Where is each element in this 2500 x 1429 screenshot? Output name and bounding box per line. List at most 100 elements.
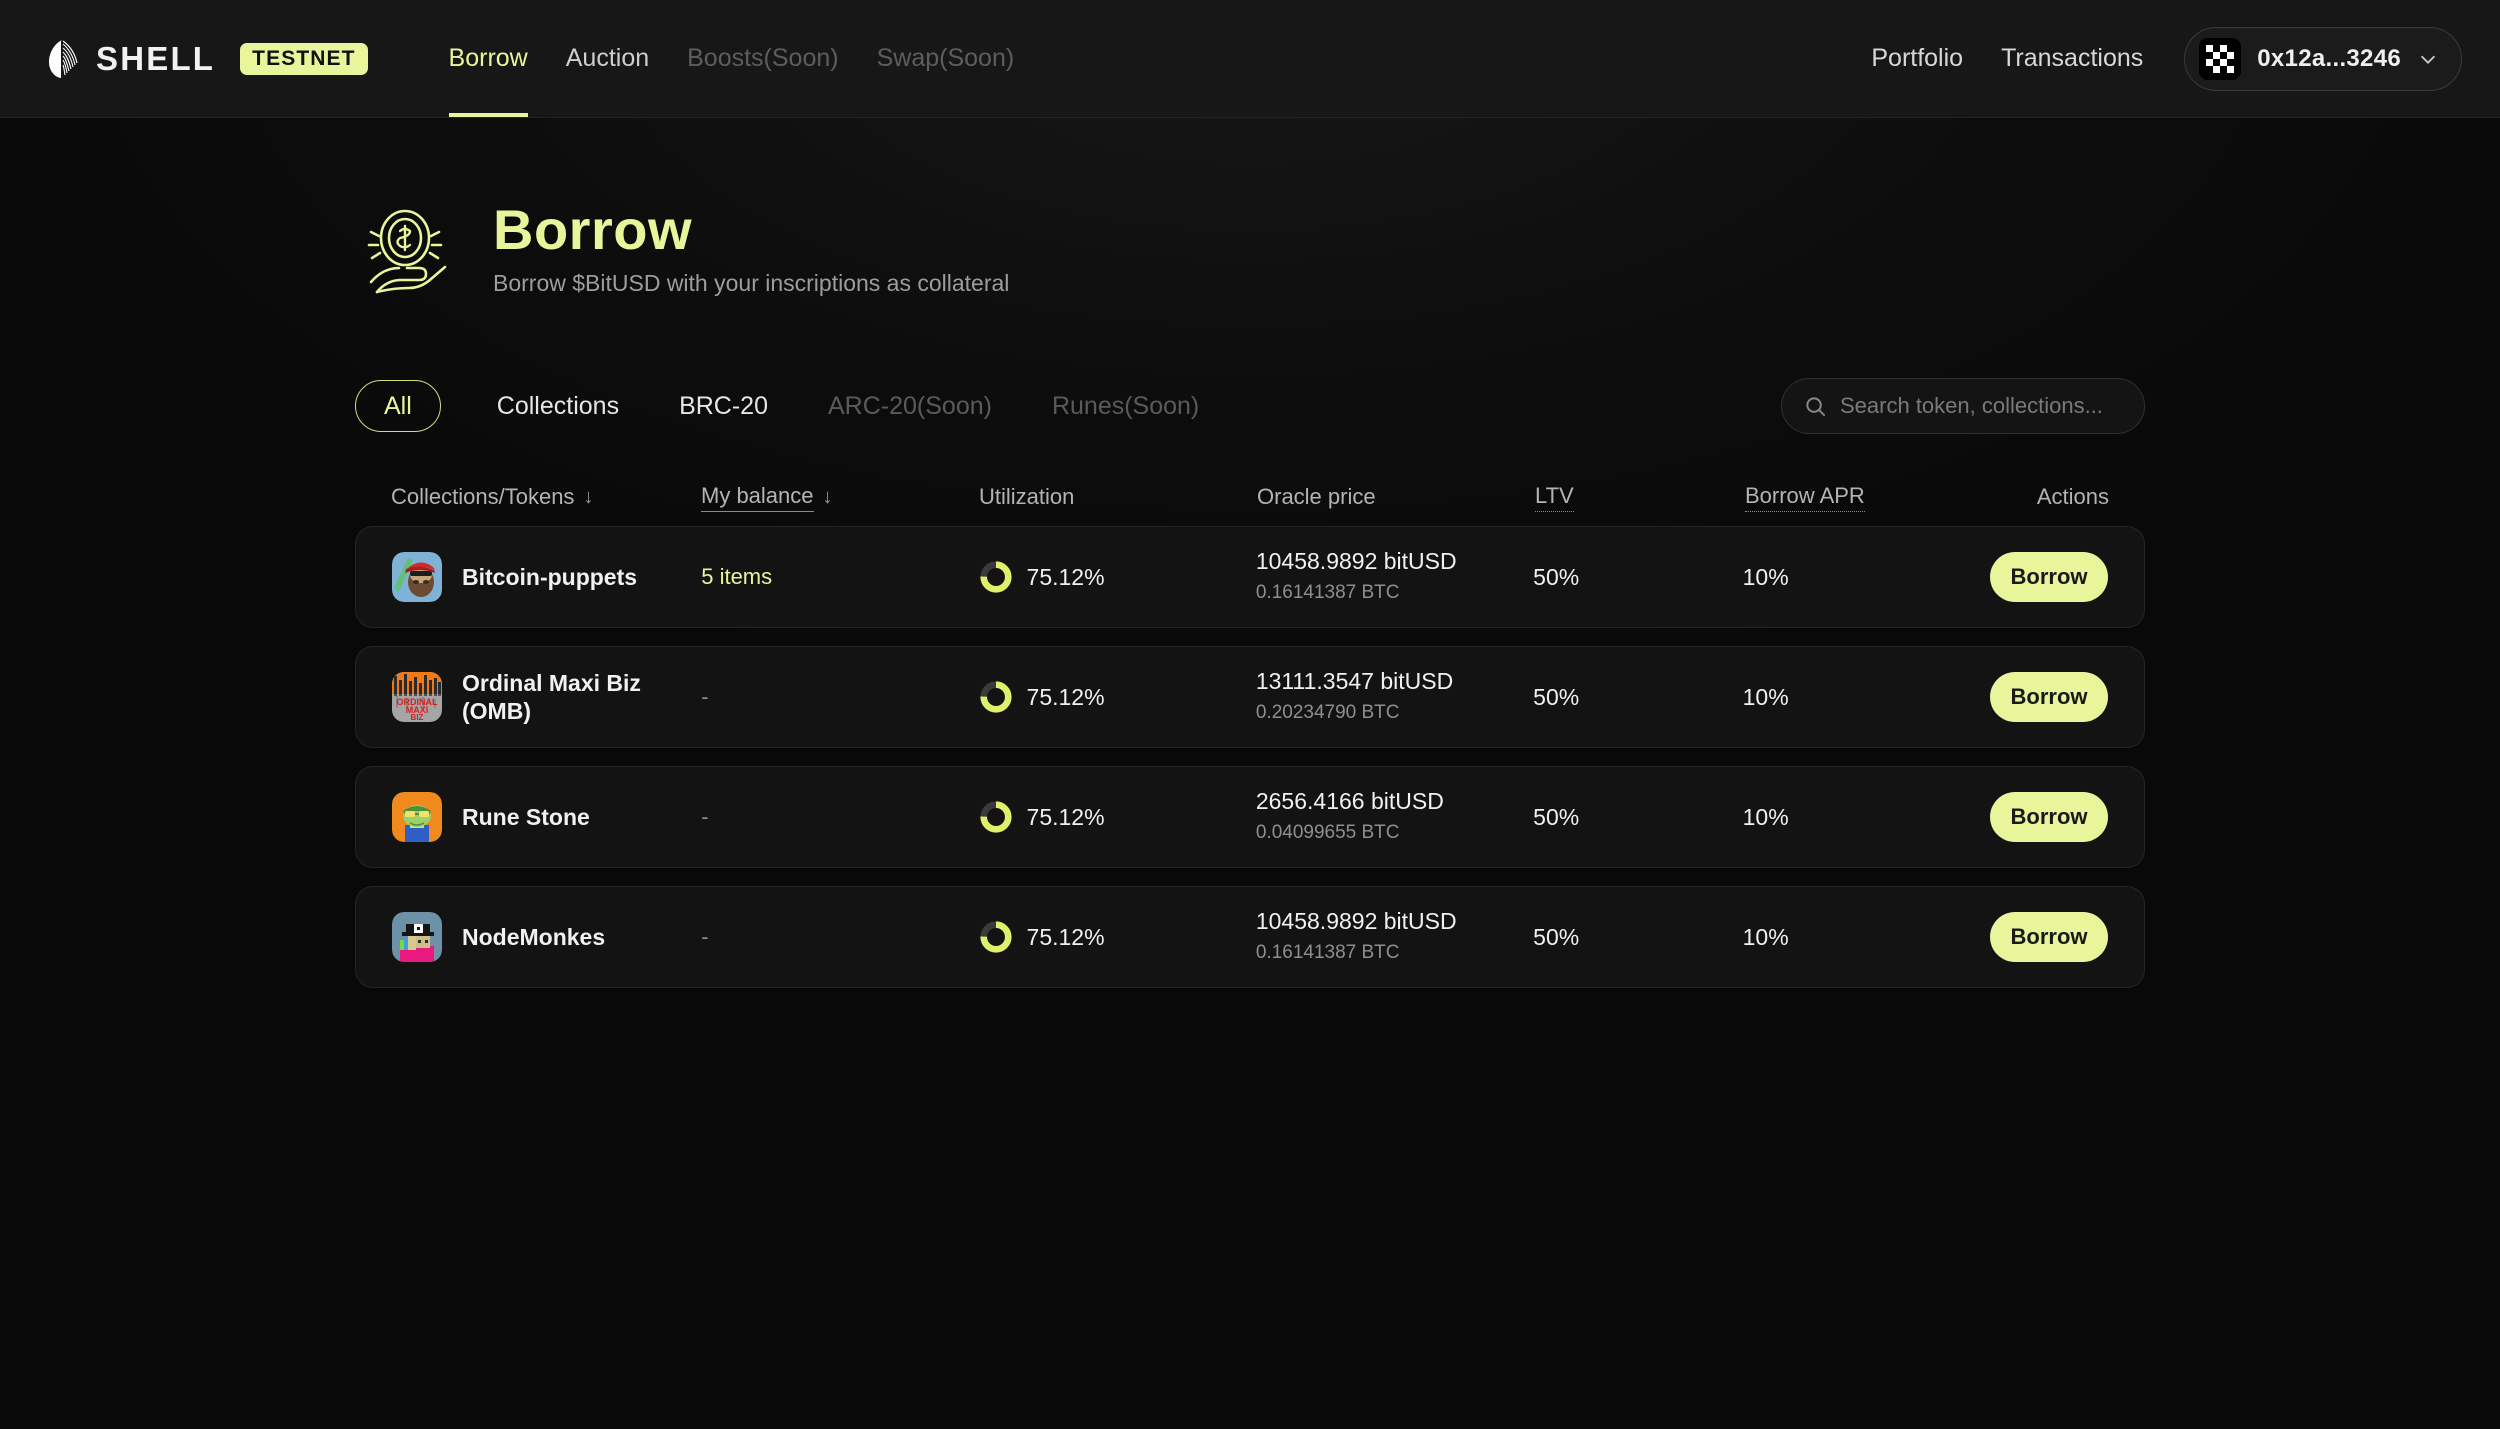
column-label: My balance — [701, 483, 814, 512]
utilization-donut-icon — [979, 561, 1012, 593]
apr-cell: 10% — [1743, 684, 1990, 711]
hero-texts: Borrow Borrow $BitUSD with your inscript… — [493, 197, 1010, 297]
balance-cell: - — [701, 924, 978, 950]
actions-cell: Borrow — [1990, 672, 2108, 722]
column-label: Borrow APR — [1745, 483, 1865, 512]
collection-name-cell: Rune Stone — [392, 792, 701, 842]
search-icon — [1806, 396, 1826, 416]
column-label: Collections/Tokens — [391, 484, 575, 509]
nav-item-borrow[interactable]: Borrow — [430, 0, 547, 117]
logo[interactable]: SHELL TESTNET — [48, 39, 368, 79]
search-box[interactable] — [1781, 378, 2145, 434]
price-usd: 10458.9892 bitUSD — [1255, 908, 1457, 935]
balance-cell: - — [701, 684, 978, 710]
wallet-button[interactable]: 0x12a...3246 — [2184, 26, 2462, 91]
ltv-cell: 50% — [1533, 924, 1742, 951]
table-row[interactable]: Rune Stone - 75.12% 2656.4166 bitUSD 0.0… — [355, 766, 2145, 868]
column-header-ltv[interactable]: LTV — [1535, 483, 1745, 512]
filter-tab-collections[interactable]: Collections — [467, 380, 649, 432]
ltv-value: 50% — [1533, 563, 1580, 590]
column-label: Utilization — [979, 484, 1075, 509]
column-header-utilization: Utilization — [979, 484, 1257, 510]
column-label: LTV — [1535, 483, 1574, 512]
oracle-price-cell: 10458.9892 bitUSD 0.16141387 BTC — [1256, 547, 1533, 606]
page-subtitle: Borrow $BitUSD with your inscriptions as… — [493, 269, 1010, 296]
price-btc: 0.16141387 BTC — [1255, 942, 1400, 964]
wallet-address: 0x12a...3246 — [2257, 44, 2401, 72]
sort-arrow-icon: ↓ — [822, 486, 833, 508]
table-header: Collections/Tokens ↓ My balance ↓ Utiliz… — [355, 468, 2145, 526]
ltv-value: 50% — [1533, 923, 1580, 950]
borrow-button[interactable]: Borrow — [1990, 672, 2108, 722]
nav-item-transactions[interactable]: Transactions — [1982, 44, 2162, 73]
filter-tab-runes: Runes(Soon) — [1022, 380, 1229, 432]
sort-arrow-icon: ↓ — [583, 486, 594, 508]
collection-name-cell: NodeMonkes — [392, 912, 701, 962]
ltv-cell: 50% — [1533, 804, 1742, 831]
nav-label: Borrow — [448, 44, 528, 72]
page-title: Borrow — [493, 197, 692, 261]
column-header-borrow-apr[interactable]: Borrow APR — [1745, 483, 1993, 512]
collection-name-cell: ORDINAL MAXI BIZ Ordinal Maxi Biz (OMB) — [392, 669, 701, 725]
content-container: Borrow Borrow $BitUSD with your inscript… — [355, 118, 2145, 988]
filter-tab-all[interactable]: All — [355, 380, 441, 432]
actions-cell: Borrow — [1990, 792, 2108, 842]
nav-label: Auction — [565, 44, 650, 72]
ltv-value: 50% — [1533, 683, 1580, 710]
chevron-down-icon — [2420, 55, 2436, 64]
collection-name: Rune Stone — [462, 803, 590, 830]
nav-item-portfolio[interactable]: Portfolio — [1852, 44, 1982, 73]
apr-cell: 10% — [1743, 804, 1990, 831]
utilization-cell: 75.12% — [979, 560, 1256, 594]
column-header-oracle-price: Oracle price — [1257, 484, 1535, 510]
collection-name: Bitcoin-puppets — [462, 563, 638, 590]
utilization-cell: 75.12% — [979, 800, 1256, 834]
nav-item-swap: Swap(Soon) — [858, 0, 1034, 117]
svg-text:BIZ: BIZ — [411, 713, 424, 722]
page-body: Borrow Borrow $BitUSD with your inscript… — [0, 118, 2500, 988]
nav-item-auction[interactable]: Auction — [547, 0, 668, 117]
collection-name-text: Ordinal Maxi Biz (OMB) — [462, 669, 641, 724]
price-usd: 10458.9892 bitUSD — [1255, 548, 1457, 575]
column-header-my-balance[interactable]: My balance ↓ — [701, 483, 979, 512]
rune-stone-avatar — [392, 792, 442, 842]
filter-tabs: All Collections BRC-20 ARC-20(Soon) Rune… — [355, 380, 1229, 432]
borrow-button[interactable]: Borrow — [1990, 792, 2108, 842]
oracle-price-cell: 10458.9892 bitUSD 0.16141387 BTC — [1256, 907, 1533, 966]
table-row[interactable]: Bitcoin-puppets 5 items 75.12% 10458.989… — [355, 526, 2145, 628]
utilization-value: 75.12% — [1026, 563, 1105, 590]
apr-value: 10% — [1742, 923, 1789, 950]
column-header-collections[interactable]: Collections/Tokens ↓ — [391, 484, 701, 510]
column-label: Actions — [2036, 484, 2109, 509]
table-row[interactable]: ORDINAL MAXI BIZ Ordinal Maxi Biz (OMB) - — [355, 646, 2145, 748]
borrow-button[interactable]: Borrow — [1990, 912, 2108, 962]
apr-value: 10% — [1742, 683, 1789, 710]
borrow-button[interactable]: Borrow — [1990, 552, 2108, 602]
price-btc: 0.20234790 BTC — [1255, 702, 1400, 724]
ordinal-maxi-biz-avatar: ORDINAL MAXI BIZ — [392, 672, 442, 722]
filter-tab-arc20: ARC-20(Soon) — [798, 380, 1022, 432]
nav-label: Swap(Soon) — [876, 44, 1015, 72]
oracle-price-cell: 2656.4166 bitUSD 0.04099655 BTC — [1256, 787, 1533, 846]
balance-value: - — [701, 804, 709, 829]
main-nav: Borrow Auction Boosts(Soon) Swap(Soon) — [430, 0, 1034, 117]
collection-name-cell: Bitcoin-puppets — [392, 552, 701, 602]
utilization-value: 75.12% — [1026, 683, 1105, 710]
balance-value: - — [701, 684, 709, 709]
identicon-icon — [2199, 37, 2242, 80]
filter-tab-brc20[interactable]: BRC-20 — [649, 380, 798, 432]
price-usd: 2656.4166 bitUSD — [1255, 788, 1444, 815]
hero-block: Borrow Borrow $BitUSD with your inscript… — [355, 118, 2145, 302]
utilization-donut-icon — [979, 921, 1012, 953]
filter-label: Collections — [496, 391, 620, 420]
header-right: Portfolio Transactions 0x12a...3246 — [1852, 26, 2462, 91]
borrow-table: Collections/Tokens ↓ My balance ↓ Utiliz… — [355, 468, 2145, 988]
table-row[interactable]: NodeMonkes - 75.12% 10458.9892 bitUSD 0.… — [355, 886, 2145, 988]
filter-label: BRC-20 — [679, 391, 768, 420]
apr-cell: 10% — [1743, 924, 1990, 951]
search-input[interactable] — [1840, 393, 2122, 419]
price-usd: 13111.3547 bitUSD — [1255, 668, 1454, 695]
apr-value: 10% — [1742, 803, 1789, 830]
nav-item-boosts: Boosts(Soon) — [668, 0, 857, 117]
utilization-cell: 75.12% — [979, 920, 1256, 954]
